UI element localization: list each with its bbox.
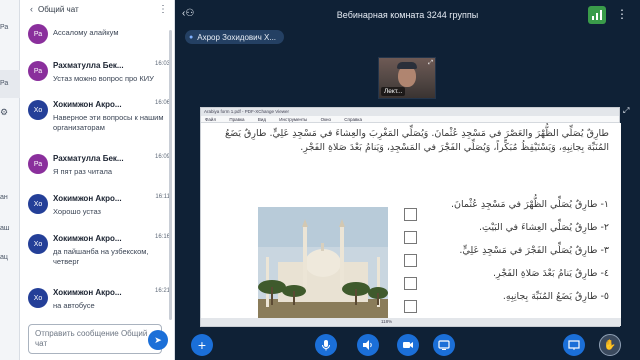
sender-name: Хокимжон Акро... [53, 288, 122, 297]
avatar: Ра [28, 24, 48, 44]
message-time: 16:03 [154, 61, 170, 67]
left-navigation-strip: Ра Ра ⚙ ан аш ац [0, 0, 20, 360]
exercise-item: ٢- طارِقٌ يُصَلِّي العِشاءَ في البَيْتِ. [478, 222, 609, 233]
presenter-webcam[interactable]: ⤢ Лект... [378, 57, 436, 99]
microphone-icon [322, 340, 330, 351]
left-strip-item[interactable]: Ра [0, 24, 20, 31]
menu-item: Окно [320, 117, 332, 122]
message-text: Я пят раз читала [53, 167, 113, 176]
zoom-level: 118% [381, 319, 393, 324]
message-time: 16:06 [154, 100, 170, 106]
left-strip-item[interactable]: ац [0, 254, 20, 261]
chevron-left-icon[interactable]: ‹ [30, 4, 33, 14]
menu-item: Вид [257, 117, 266, 122]
message-time: 16:09 [154, 154, 170, 160]
presentation-button[interactable] [563, 334, 585, 356]
avatar: Хо [28, 234, 48, 254]
microphone-icon: ● [189, 33, 194, 41]
settings-icon[interactable]: ⚙ [0, 107, 20, 118]
connection-status-button[interactable] [588, 6, 606, 24]
avatar: Ра [28, 61, 48, 81]
chat-message-list[interactable]: Ра Ассалому алайкум Ра Рахматулла Бек...… [20, 18, 175, 318]
message-text: Хорошо устаз [53, 207, 101, 216]
screen-share-button[interactable] [433, 334, 455, 356]
sender-name: Рахматулла Бек... [53, 154, 124, 163]
menu-item: Файл [205, 117, 217, 122]
camera-icon [403, 342, 413, 348]
window-title: Arabiya form 1.pdf - PDF-XChange Viewer [201, 108, 619, 116]
avatar: Ра [28, 154, 48, 174]
message-text: Ассалому алайкум [53, 28, 119, 37]
sender-name: Рахматулла Бек... [53, 61, 124, 70]
send-button[interactable]: ➤ [148, 330, 168, 350]
fullscreen-icon[interactable]: ⤢ [623, 106, 633, 116]
message-text: Устаз можно вопрос про КИУ [53, 74, 154, 83]
arabic-paragraph: طارِقٌ يُصَلِّي الظُّهْرَ والعَصْرَ في م… [225, 128, 609, 153]
exercise-item: ٣- طارِقٌ يُصَلِّي الفَجْرَ في مَسْجِدِ … [459, 245, 609, 256]
menu-item: Справка [344, 117, 362, 122]
shared-screen: ⤢ Arabiya form 1.pdf - PDF-XChange Viewe… [200, 106, 629, 327]
menu-item: Правка [229, 117, 245, 122]
room-topbar: ‹⚇ Вебинарная комната 3244 группы ⋮ [175, 0, 640, 28]
mosque-image [258, 207, 388, 320]
left-strip-item[interactable]: аш [0, 225, 20, 232]
screen-share-icon [438, 340, 450, 350]
raise-hand-icon: ✋ [603, 339, 617, 351]
sender-name: Хокимжон Акро... [53, 234, 122, 243]
exercise-item: ٥- طارِقٌ يَضَعُ المُنَبِّهَ بِجانِبِهِ. [502, 291, 609, 302]
actions-button[interactable]: + [191, 334, 213, 356]
sender-name: Хокимжон Акро... [53, 194, 122, 203]
left-strip-item[interactable]: ан [0, 194, 20, 201]
presenter-name: Ахрор Зохидович Х... [197, 32, 277, 42]
camera-button[interactable] [397, 334, 419, 356]
public-chat-panel: ‹ Общий чат ⋮ Ра Ассалому алайкум Ра Рах… [20, 0, 175, 360]
document-page: طارِقٌ يُصَلِّي الظُّهْرَ والعَصْرَ في م… [201, 123, 621, 320]
main-presentation-area: ‹⚇ Вебинарная комната 3244 группы ⋮ ● Ах… [175, 0, 640, 360]
speaker-icon [363, 340, 372, 350]
menu-item: Инструменты [279, 117, 308, 122]
webcam-hat [397, 62, 417, 69]
webcam-label: Лект... [381, 87, 406, 96]
audio-button[interactable] [357, 334, 379, 356]
chat-title[interactable]: Общий чат [38, 5, 158, 14]
exercise-item: ٤- طارِقٌ يَنامُ بَعْدَ صَلاةِ الفَجْرِ. [493, 268, 609, 279]
avatar: Хо [28, 194, 48, 214]
avatar: Хо [28, 288, 48, 308]
sender-name: Хокимжон Акро... [53, 100, 122, 109]
plus-icon: + [197, 337, 207, 353]
message-text: Наверное эти вопросы к нашим организатор… [53, 113, 164, 132]
left-strip-item[interactable]: Ра [0, 80, 20, 87]
bottom-toolbar: + ✋ [175, 330, 640, 360]
window-statusbar: 118% [201, 318, 621, 326]
exercise-item: ١- طارِقٌ يُصَلِّي الظُّهْرَ في مَسْجِدِ… [450, 199, 609, 210]
message-time: 16:21 [154, 288, 170, 294]
message-text: да пайшанба на узбекском, четверг [53, 247, 149, 266]
message-time: 16:16 [154, 234, 170, 240]
signal-bars-icon [592, 10, 602, 20]
raise-hand-button[interactable]: ✋ [599, 334, 621, 356]
window-menu: Файл Правка Вид Инструменты Окно Справка [201, 116, 619, 123]
more-options-icon[interactable]: ⋮ [158, 4, 168, 15]
chat-scrollbar[interactable] [169, 30, 172, 320]
message-time: 16:11 [155, 194, 170, 200]
chat-message-input[interactable]: Отправить сообщение Общий чат [28, 324, 162, 354]
microphone-button[interactable] [315, 334, 337, 356]
send-icon: ➤ [154, 334, 162, 345]
presentation-icon [568, 340, 580, 350]
avatar: Хо [28, 100, 48, 120]
exercise-list: ١- طارِقٌ يُصَلِّي الظُّهْرَ في مَسْجِدِ… [409, 193, 609, 308]
message-text: на автобусе [53, 301, 95, 310]
room-title: Вебинарная комната 3244 группы [336, 10, 479, 20]
chat-header: ‹ Общий чат ⋮ [20, 0, 174, 18]
presenter-chip[interactable]: ● Ахрор Зохидович Х... [185, 30, 285, 44]
more-options-icon[interactable]: ⋮ [616, 7, 628, 21]
expand-icon[interactable]: ⤢ [428, 60, 433, 67]
